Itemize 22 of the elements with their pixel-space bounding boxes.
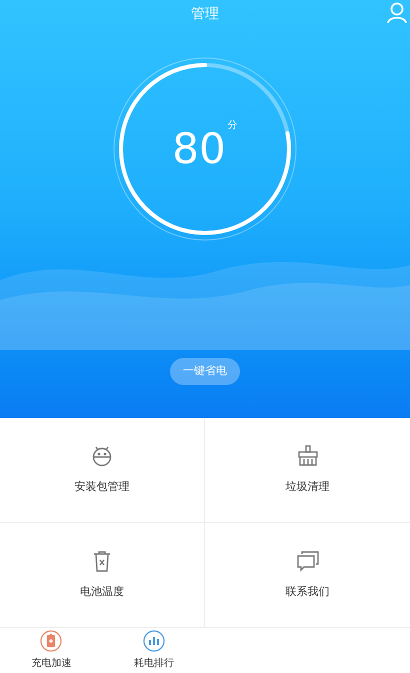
broom-icon [296,444,318,467]
tile-label: 安装包管理 [74,478,130,495]
tile-label: 电池温度 [80,584,124,600]
tab-item[interactable]: 充电加速 [0,628,102,673]
score-value: 80 [172,128,226,170]
tile-label: 联系我们 [286,584,330,600]
chat-icon [296,550,318,572]
robot-icon [91,444,113,467]
bar-chart-icon[interactable] [142,630,165,652]
user-icon[interactable] [386,2,408,24]
feature-tile[interactable]: 联系我们 [205,523,410,628]
header-title: 管理 [191,4,219,24]
score-unit: 分 [228,119,238,133]
feature-tile[interactable]: 安装包管理 [0,418,205,523]
feature-tile[interactable]: 电池温度 [0,523,205,628]
feature-tile[interactable]: 垃圾清理 [205,418,410,523]
tile-label: 垃圾清理 [286,478,330,495]
battery-icon[interactable] [40,630,62,652]
tab-item[interactable]: 耗电排行 [102,628,205,673]
tab-label: 充电加速 [31,656,72,671]
trash-icon [93,550,111,572]
tab-label: 耗电排行 [134,656,174,671]
